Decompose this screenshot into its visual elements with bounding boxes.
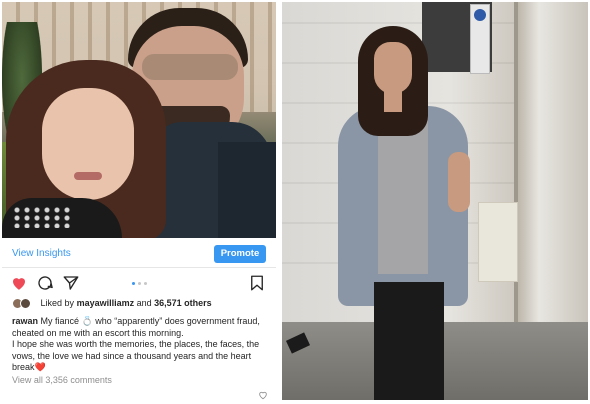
caption-username[interactable]: rawan (12, 316, 38, 326)
carousel-dots (130, 282, 150, 286)
likes-count[interactable]: 36,571 others (154, 298, 212, 308)
caption-text-line2: I hope she was worth the memories, the p… (12, 339, 260, 372)
street-sign (470, 4, 490, 74)
man-sunglasses (142, 54, 238, 80)
post-caption: rawan My fiancé 💍 who “apparently” does … (12, 316, 270, 374)
insights-bar: View Insights Promote (2, 240, 276, 268)
share-icon[interactable] (62, 274, 80, 292)
post-photo-couple[interactable] (2, 2, 276, 238)
shopping-bag (478, 202, 518, 282)
likes-line: Liked by mayawilliamz and 36,571 others (12, 298, 212, 312)
woman-face (42, 88, 134, 200)
carousel-dot (138, 282, 141, 285)
comment-icon[interactable] (36, 274, 54, 292)
view-all-comments-link[interactable]: View all 3,356 comments (12, 375, 112, 385)
carousel-dot-active (132, 282, 135, 285)
man-coat (218, 142, 276, 238)
shop-window (514, 2, 588, 362)
promote-button[interactable]: Promote (214, 245, 266, 263)
woman-arm (448, 152, 470, 212)
liker-username[interactable]: mayawilliamz (77, 298, 135, 308)
likes-connector: and (136, 298, 152, 308)
view-insights-link[interactable]: View Insights (12, 248, 71, 259)
grey-top (378, 114, 428, 274)
likes-prefix: Liked by (40, 298, 75, 308)
woman-face-street (374, 42, 412, 94)
woman-neck (384, 90, 402, 112)
caption-text-line1: My fiancé 💍 who “apparently” does govern… (12, 316, 260, 338)
black-pants (374, 282, 444, 400)
bookmark-icon[interactable] (248, 274, 266, 292)
carousel-dot (144, 282, 147, 285)
instagram-post: View Insights Promote Liked by mayawilli… (2, 2, 276, 400)
sign-circle-icon (474, 9, 486, 21)
avatar (20, 298, 31, 310)
street-photo-woman (282, 2, 588, 400)
jacket-studs (12, 206, 72, 228)
liker-avatars (12, 298, 34, 310)
post-actions (2, 272, 276, 296)
woman-lips (74, 172, 102, 180)
comment-like-heart-icon[interactable] (258, 390, 268, 400)
heart-icon[interactable] (10, 274, 28, 292)
